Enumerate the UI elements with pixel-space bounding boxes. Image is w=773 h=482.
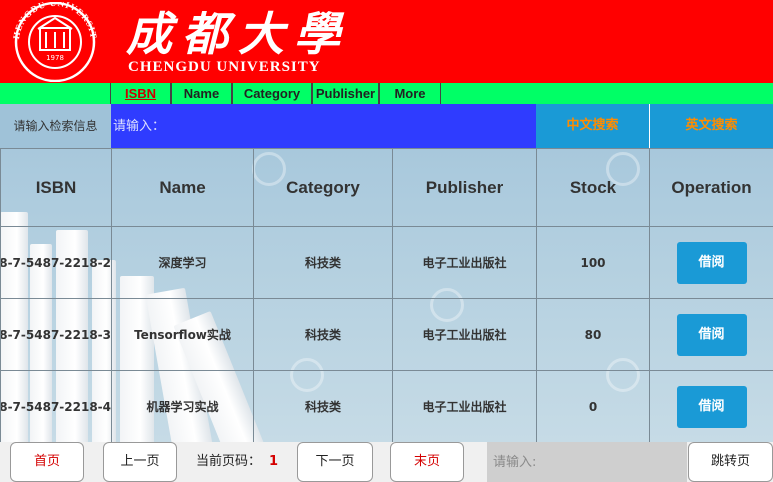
column-header-stock: Stock bbox=[536, 148, 650, 227]
column-header-operation: Operation bbox=[649, 148, 773, 227]
column-header-name: Name bbox=[111, 148, 254, 227]
column-header-publisher: Publisher bbox=[392, 148, 537, 227]
cell-operation: 借阅 bbox=[649, 226, 773, 299]
cell-name: 深度学习 bbox=[111, 226, 254, 299]
cell-category: 科技类 bbox=[253, 370, 393, 443]
table-row: 978-7-5487-2218-3 Tensorflow实战 科技类 电子工业出… bbox=[0, 298, 773, 371]
column-header-category: Category bbox=[253, 148, 393, 227]
cell-name: 机器学习实战 bbox=[111, 370, 254, 443]
cell-isbn: 978-7-5487-2218-4 bbox=[0, 370, 112, 443]
nav-item-more[interactable]: More bbox=[379, 83, 441, 104]
jump-page-input[interactable] bbox=[487, 442, 687, 482]
first-page-button[interactable]: 首页 bbox=[10, 442, 84, 482]
cell-stock: 0 bbox=[536, 370, 650, 443]
search-input[interactable] bbox=[111, 104, 536, 148]
cell-isbn: 978-7-5487-2218-3 bbox=[0, 298, 112, 371]
cell-category: 科技类 bbox=[253, 226, 393, 299]
english-search-button[interactable]: 英文搜索 bbox=[650, 104, 773, 148]
university-seal-icon: CHENGDU UNIVERSITY 1978 bbox=[2, 2, 98, 82]
cell-category: 科技类 bbox=[253, 298, 393, 371]
chinese-search-button[interactable]: 中文搜索 bbox=[536, 104, 649, 148]
nav-item-isbn[interactable]: ISBN bbox=[110, 83, 171, 104]
prev-page-button[interactable]: 上一页 bbox=[103, 442, 177, 482]
current-page-label: 当前页码： 1 bbox=[196, 442, 278, 482]
university-title-cn: 成都大學 bbox=[126, 7, 350, 61]
svg-text:1978: 1978 bbox=[46, 54, 64, 62]
cell-publisher: 电子工业出版社 bbox=[392, 226, 537, 299]
pagination-bar: 首页 上一页 当前页码： 1 下一页 末页 跳转页 bbox=[0, 442, 773, 482]
nav-item-category[interactable]: Category bbox=[232, 83, 312, 104]
table-header-row: ISBN Name Category Publisher Stock Opera… bbox=[0, 148, 773, 227]
current-page-text: 当前页码： bbox=[196, 454, 262, 469]
search-label: 请输入检索信息 bbox=[0, 104, 111, 148]
search-bar: 请输入检索信息 中文搜索 英文搜索 bbox=[0, 104, 773, 148]
nav-item-publisher[interactable]: Publisher bbox=[312, 83, 379, 104]
search-field-nav: ISBN Name Category Publisher More bbox=[0, 83, 773, 104]
cell-operation: 借阅 bbox=[649, 298, 773, 371]
last-page-button[interactable]: 末页 bbox=[390, 442, 464, 482]
cell-isbn: 978-7-5487-2218-2 bbox=[0, 226, 112, 299]
current-page-number: 1 bbox=[269, 454, 279, 469]
cell-operation: 借阅 bbox=[649, 370, 773, 443]
nav-item-name[interactable]: Name bbox=[171, 83, 232, 104]
books-table: ISBN Name Category Publisher Stock Opera… bbox=[0, 148, 773, 443]
site-header: CHENGDU UNIVERSITY 1978 成都大學 CHENGDU UNI… bbox=[0, 0, 773, 83]
column-header-isbn: ISBN bbox=[0, 148, 112, 227]
cell-stock: 100 bbox=[536, 226, 650, 299]
table-row: 978-7-5487-2218-4 机器学习实战 科技类 电子工业出版社 0 借… bbox=[0, 370, 773, 443]
cell-publisher: 电子工业出版社 bbox=[392, 298, 537, 371]
borrow-button[interactable]: 借阅 bbox=[676, 385, 747, 428]
jump-page-button[interactable]: 跳转页 bbox=[688, 442, 773, 482]
table-row: 978-7-5487-2218-2 深度学习 科技类 电子工业出版社 100 借… bbox=[0, 226, 773, 299]
borrow-button[interactable]: 借阅 bbox=[676, 313, 747, 356]
next-page-button[interactable]: 下一页 bbox=[297, 442, 373, 482]
cell-stock: 80 bbox=[536, 298, 650, 371]
borrow-button[interactable]: 借阅 bbox=[676, 241, 747, 284]
cell-name: Tensorflow实战 bbox=[111, 298, 254, 371]
university-title-en: CHENGDU UNIVERSITY bbox=[128, 59, 321, 75]
cell-publisher: 电子工业出版社 bbox=[392, 370, 537, 443]
